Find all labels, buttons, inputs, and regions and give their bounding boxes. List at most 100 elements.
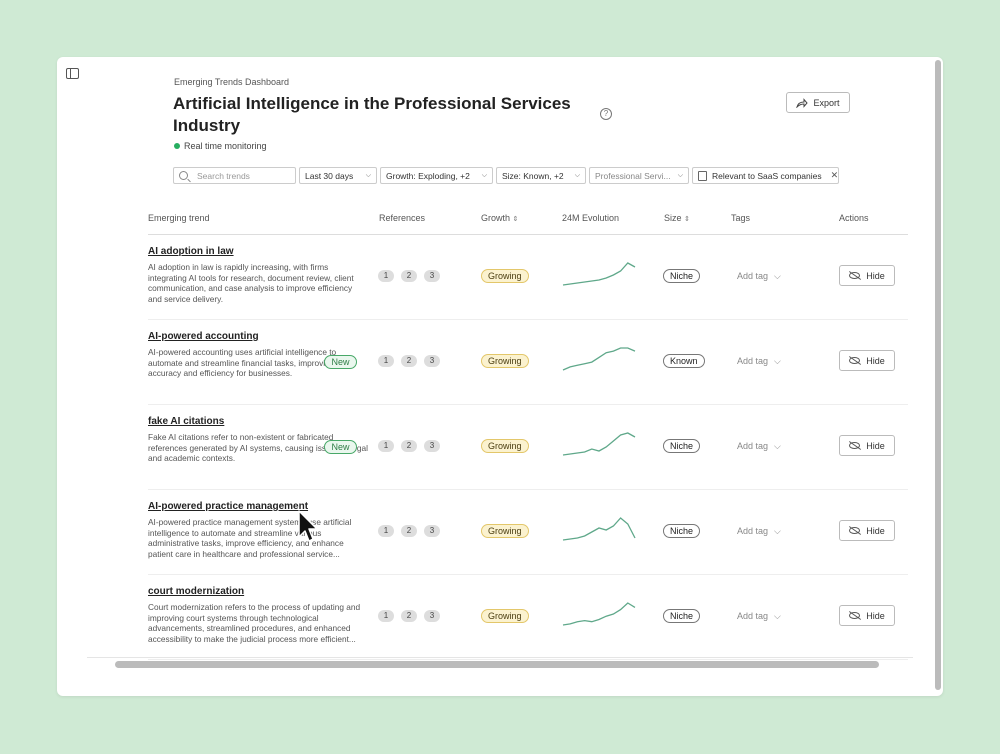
column-header-growth-label: Growth [481, 213, 511, 223]
trend-title-link[interactable]: court modernization [148, 586, 244, 597]
sort-icon: ⇕ [512, 216, 519, 223]
search-icon [179, 171, 188, 180]
add-tag-select[interactable]: Add tag ⌵ [737, 271, 781, 282]
relevance-filter-chip[interactable]: Relevant to SaaS companies ✕ [692, 167, 839, 184]
size-filter-select[interactable]: Size: Known, +2 ⌵ [496, 167, 586, 184]
growth-badge: Growing [481, 269, 529, 283]
dashboard-window: Emerging Trends Dashboard Artificial Int… [57, 57, 943, 696]
relevance-filter-value: Relevant to SaaS companies [712, 170, 822, 181]
share-icon [796, 97, 809, 108]
references-list: 123 [378, 270, 440, 282]
reference-chip[interactable]: 1 [378, 525, 394, 537]
horizontal-scrollbar[interactable] [115, 661, 879, 668]
hide-button[interactable]: Hide [839, 350, 895, 371]
reference-chip[interactable]: 2 [401, 525, 417, 537]
add-tag-select[interactable]: Add tag ⌵ [737, 356, 781, 367]
add-tag-select[interactable]: Add tag ⌵ [737, 526, 781, 537]
hide-label: Hide [866, 355, 885, 366]
chevron-down-icon: ⌵ [481, 171, 487, 179]
export-button[interactable]: Export [786, 92, 850, 113]
reference-chip[interactable]: 3 [424, 610, 440, 622]
growth-badge: Growing [481, 609, 529, 623]
trend-title-link[interactable]: fake AI citations [148, 416, 224, 427]
evolution-sparkline [562, 347, 636, 371]
table-header: Emerging trend References Growth ⇕ 24M E… [148, 207, 908, 235]
hide-button[interactable]: Hide [839, 265, 895, 286]
reference-chip[interactable]: 1 [378, 440, 394, 452]
reference-chip[interactable]: 3 [424, 440, 440, 452]
size-badge: Niche [663, 439, 701, 453]
export-label: Export [813, 97, 840, 108]
sparkline-path [562, 262, 636, 286]
evolution-sparkline [562, 602, 636, 626]
date-range-select[interactable]: Last 30 days ⌵ [299, 167, 377, 184]
hide-label: Hide [866, 440, 885, 451]
trend-title-link[interactable]: AI-powered accounting [148, 331, 259, 342]
search-placeholder: Search trends [197, 170, 250, 181]
trend-row: AI-powered practice management AI-powere… [148, 490, 908, 575]
column-header-size[interactable]: Size ⇕ [664, 213, 690, 223]
growth-filter-select[interactable]: Growth: Exploding, +2 ⌵ [380, 167, 493, 184]
reference-chip[interactable]: 1 [378, 270, 394, 282]
close-icon[interactable]: ✕ [831, 170, 838, 181]
column-header-growth[interactable]: Growth ⇕ [481, 213, 518, 223]
date-range-value: Last 30 days [305, 170, 354, 181]
reference-chip[interactable]: 1 [378, 610, 394, 622]
status-text: Real time monitoring [184, 141, 267, 151]
column-header-evolution: 24M Evolution [562, 213, 620, 223]
references-list: 123 [378, 610, 440, 622]
growth-badge: Growing [481, 354, 529, 368]
status-dot-icon [174, 143, 180, 149]
reference-chip[interactable]: 2 [401, 440, 417, 452]
hide-label: Hide [866, 610, 885, 621]
sidebar-toggle-icon[interactable] [66, 68, 79, 79]
reference-chip[interactable]: 2 [401, 355, 417, 367]
chevron-down-icon: ⌵ [365, 171, 371, 179]
evolution-sparkline [562, 517, 636, 541]
hide-button[interactable]: Hide [839, 435, 895, 456]
hide-button[interactable]: Hide [839, 520, 895, 541]
growth-badge: Growing [481, 439, 529, 453]
size-badge: Niche [663, 524, 701, 538]
trend-row: fake AI citations Fake AI citations refe… [148, 405, 908, 490]
eye-off-icon [849, 272, 861, 279]
chevron-down-icon: ⌵ [677, 171, 683, 179]
sparkline-path [562, 347, 636, 371]
trend-row: AI-powered accounting AI-powered account… [148, 320, 908, 405]
eye-off-icon [849, 612, 861, 619]
trend-title-link[interactable]: AI-powered practice management [148, 501, 308, 512]
mouse-cursor-icon [298, 510, 318, 542]
sort-icon: ⇕ [684, 216, 690, 223]
hide-button[interactable]: Hide [839, 605, 895, 626]
breadcrumb[interactable]: Emerging Trends Dashboard [174, 77, 289, 87]
chevron-down-icon: ⌵ [574, 171, 580, 179]
growth-badge: Growing [481, 524, 529, 538]
chevron-down-icon: ⌵ [774, 526, 781, 536]
eye-off-icon [849, 442, 861, 449]
vertical-scrollbar[interactable] [935, 60, 941, 690]
add-tag-select[interactable]: Add tag ⌵ [737, 611, 781, 622]
reference-chip[interactable]: 2 [401, 610, 417, 622]
search-input[interactable]: Search trends [173, 167, 296, 184]
industry-filter-select[interactable]: Professional Servi... ⌵ [589, 167, 689, 184]
trend-description: Court modernization refers to the proces… [148, 602, 361, 644]
sparkline-path [562, 517, 636, 541]
reference-chip[interactable]: 1 [378, 355, 394, 367]
horizontal-scroll-track [87, 657, 913, 658]
hide-label: Hide [866, 270, 885, 281]
references-list: 123 [378, 355, 440, 367]
trend-description: AI adoption in law is rapidly increasing… [148, 262, 354, 304]
reference-chip[interactable]: 3 [424, 525, 440, 537]
reference-chip[interactable]: 3 [424, 355, 440, 367]
industry-filter-value: Professional Servi... [595, 170, 671, 181]
references-list: 123 [378, 440, 440, 452]
reference-chip[interactable]: 2 [401, 270, 417, 282]
size-badge: Known [663, 354, 705, 368]
help-icon[interactable]: ? [600, 108, 612, 120]
references-list: 123 [378, 525, 440, 537]
add-tag-select[interactable]: Add tag ⌵ [737, 441, 781, 452]
new-badge: New [324, 440, 357, 454]
filter-bar: Search trends Last 30 days ⌵ Growth: Exp… [173, 167, 839, 184]
reference-chip[interactable]: 3 [424, 270, 440, 282]
trend-title-link[interactable]: AI adoption in law [148, 246, 234, 257]
